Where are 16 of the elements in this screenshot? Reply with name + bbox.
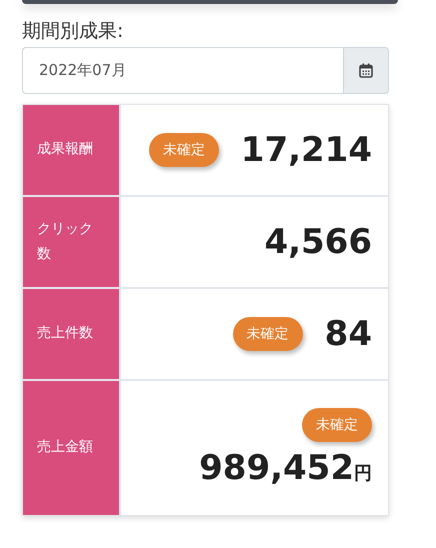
- metric-header: 成果報酬: [23, 105, 121, 195]
- currency-unit: 円: [354, 462, 372, 485]
- calendar-button[interactable]: [343, 47, 389, 94]
- calendar-icon: [359, 63, 373, 78]
- metric-header: クリック数: [23, 197, 121, 287]
- unconfirmed-badge: 未確定: [302, 408, 372, 442]
- metric-value: 4,566: [264, 222, 372, 262]
- metric-value: 17,214: [240, 130, 372, 170]
- month-field[interactable]: 2022年07月: [22, 47, 343, 94]
- unconfirmed-badge: 未確定: [148, 133, 219, 167]
- metric-header: 売上件数: [23, 289, 121, 379]
- period-label: 期間別成果:: [22, 19, 124, 44]
- metric-value: 84: [324, 314, 372, 354]
- unconfirmed-badge: 未確定: [232, 317, 303, 351]
- metric-header: 売上金額: [23, 381, 121, 515]
- metric-value: 989,452: [199, 448, 354, 488]
